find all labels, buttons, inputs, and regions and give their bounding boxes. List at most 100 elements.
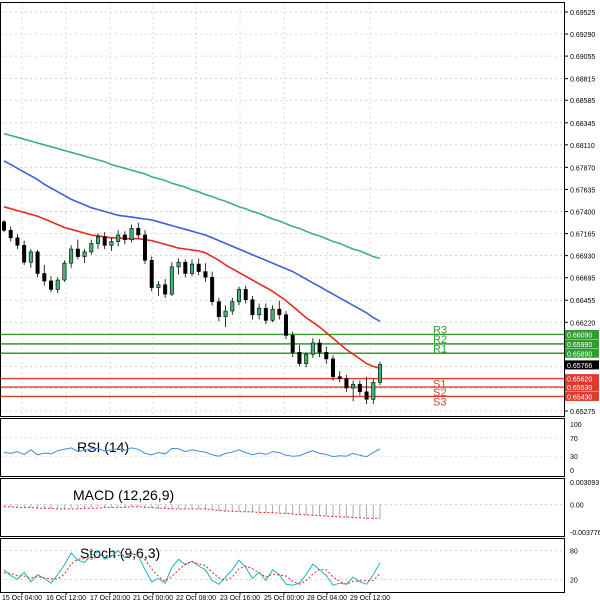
candle-bear [48,280,53,290]
candle-bull [156,284,161,288]
candle-bear [290,335,295,353]
price-tick-label: 0.66455 [570,298,595,305]
candle-bull [89,243,94,253]
time-tick-label: 17 Oct 20:00 [90,595,130,602]
candle-bull [82,251,87,257]
candle-bear [250,299,255,316]
candle-bull [116,234,121,242]
stoch-tick-label: 80 [570,549,578,556]
candle-bear [283,314,288,336]
level-price-tag-text: 0.66090 [567,332,592,339]
price-tick-label: 0.68110 [570,143,595,150]
candle-bear [344,378,349,389]
price-tick-label: 0.67165 [570,232,595,239]
level-price-tag-text: 0.65990 [567,342,592,349]
price-tick-label: 0.69055 [570,54,595,61]
candle-bull [69,248,74,264]
price-tick-label: 0.67400 [570,210,595,217]
candle-bear [357,383,362,393]
candle-bull [190,263,195,274]
level-label-r1: R1 [433,343,447,355]
candle-bull [304,353,309,364]
candle-bear [149,260,154,288]
price-tick-label: 0.66930 [570,254,595,261]
rsi-title: RSI (14) [77,439,129,455]
time-tick-label: 22 Oct 08:00 [176,595,216,602]
candle-bull [169,266,174,295]
time-tick-label: 23 Oct 16:00 [220,595,260,602]
price-tick-label: 0.66695 [570,276,595,283]
candle-bear [243,289,248,301]
time-tick-label: 15 Oct 04:00 [2,595,42,602]
candle-bull [310,342,315,355]
candle-bear [1,221,7,231]
macd-tick-label: -0.003776 [570,530,600,537]
candle-bear [122,234,127,240]
candle-bull [351,383,356,389]
time-tick-label: 29 Oct 12:00 [350,595,390,602]
level-price-tags: 0.660900.659900.658900.656200.655300.654… [565,329,599,401]
rsi-tick-label: 30 [570,454,578,461]
candle-bull [129,228,134,240]
rsi-tick-label: 100 [570,422,582,429]
price-tick-label: 0.69290 [570,32,595,39]
candle-bear [277,308,282,316]
candle-bear [143,234,148,261]
level-label-s3: S3 [433,396,446,408]
candle-bear [35,251,40,274]
price-tick-label: 0.67870 [570,165,595,172]
candle-bear [330,358,335,378]
candle-bear [364,391,369,400]
current-price-tag-text: 0.65766 [567,363,592,370]
rsi-tick-label: 70 [570,436,578,443]
candle-bear [203,271,208,278]
candle-bull [223,310,228,317]
chart-background [0,0,600,604]
candle-bull [55,279,60,290]
candle-bear [216,301,221,317]
candle-bear [42,273,47,282]
forex-chart: R3R2R1S1S2S3 0.695250.692900.690550.6881… [0,0,600,604]
candle-bear [22,244,27,263]
candle-bull [237,289,242,302]
candle-bear [8,229,13,239]
candle-bull [257,307,262,316]
candle-bull [96,236,101,244]
candle-bear [15,237,20,246]
candle-bull [62,262,67,281]
stoch-tick-label: 20 [570,577,578,584]
candle-bull [270,308,275,321]
macd-tick-label: 0.003093 [570,480,599,487]
candle-bear [163,284,168,295]
candle-bear [210,276,215,302]
price-tick-label: 0.68815 [570,77,595,84]
price-tick-label: 0.67635 [570,187,595,194]
candle-bull [28,251,33,263]
price-tick-label: 0.68585 [570,98,595,105]
level-price-tag-text: 0.65890 [567,351,592,358]
price-tick-label: 0.65275 [570,409,595,416]
rsi-tick-label: 0 [570,468,574,475]
candle-bull [377,364,382,383]
candle-bull [230,301,235,312]
candle-bull [109,241,114,246]
time-tick-label: 21 Oct 00:00 [133,595,173,602]
candle-bear [324,352,329,360]
candle-bear [196,263,201,272]
candle-bull [176,261,181,268]
price-tick-label: 0.68345 [570,121,595,128]
macd-title: MACD (12,26,9) [73,487,174,503]
candle-bear [263,307,268,321]
time-tick-label: 28 Oct 04:00 [307,595,347,602]
candle-bull [371,382,376,400]
candle-bear [75,248,80,257]
time-tick-label: 25 Oct 00:00 [264,595,304,602]
candle-bear [297,352,302,364]
candle-bear [102,236,107,246]
level-price-tag-text: 0.65430 [567,394,592,401]
candle-bear [337,376,342,379]
macd-tick-label: 0.00 [570,503,584,510]
level-price-tag-text: 0.65530 [567,385,592,392]
price-tick-label: 0.69525 [570,10,595,17]
price-tick-label: 0.66220 [570,320,595,327]
